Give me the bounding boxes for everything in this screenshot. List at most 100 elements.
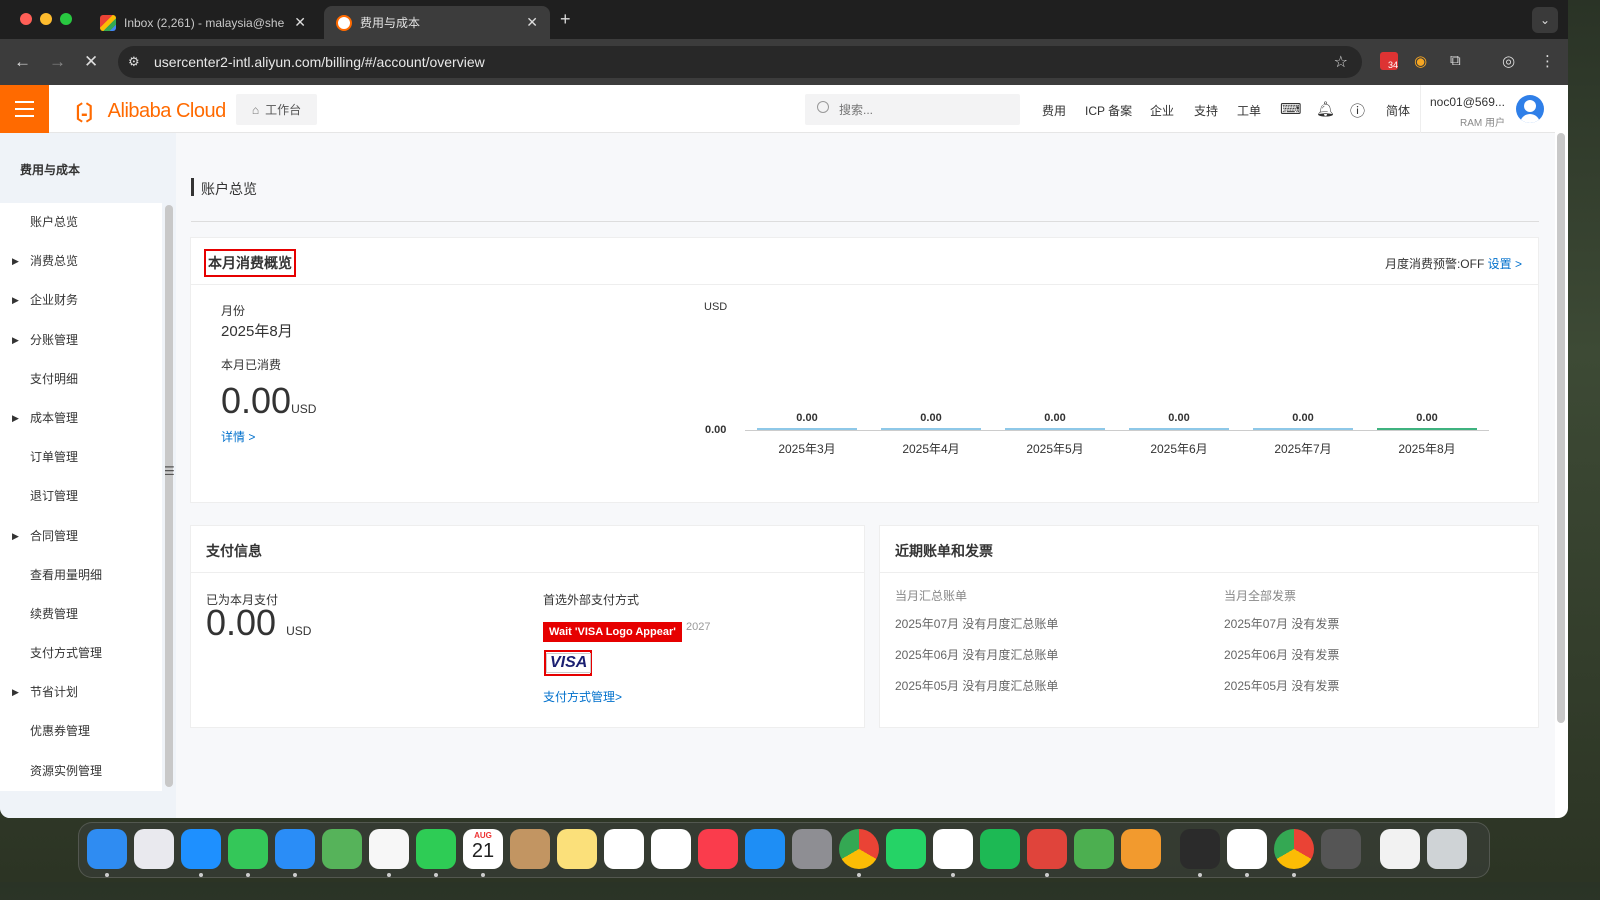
extension-icon[interactable]: ◉ bbox=[1414, 52, 1427, 70]
chart-bar[interactable] bbox=[1129, 428, 1229, 430]
search-input[interactable] bbox=[805, 94, 1020, 125]
launchpad-icon[interactable] bbox=[134, 829, 174, 869]
minimize-window-button[interactable] bbox=[40, 13, 52, 25]
collapse-sidebar-icon[interactable]: ☰ bbox=[164, 464, 176, 488]
mail-icon[interactable] bbox=[275, 829, 315, 869]
help-icon[interactable]: ⓘ bbox=[1350, 100, 1365, 121]
close-tab-icon[interactable]: ✕ bbox=[526, 14, 538, 31]
maps-icon[interactable] bbox=[322, 829, 362, 869]
sidebar-item[interactable]: ▶ 消费总览 bbox=[0, 242, 162, 281]
nav-tickets[interactable]: 工单 bbox=[1237, 102, 1261, 119]
app-store-icon[interactable] bbox=[745, 829, 785, 869]
details-link[interactable]: 详情 > bbox=[221, 428, 255, 445]
tab-search-icon[interactable]: ⌄ bbox=[1532, 7, 1558, 33]
sidebar-item[interactable]: 查看用量明细 bbox=[0, 556, 162, 595]
sidebar-item[interactable]: ▶ 分账管理 bbox=[0, 321, 162, 360]
nav-enterprise[interactable]: 企业 bbox=[1150, 102, 1174, 119]
calendar-extension-icon[interactable]: 34 bbox=[1380, 52, 1398, 70]
language-switch[interactable]: 简体 bbox=[1386, 102, 1410, 119]
free-s-icon[interactable] bbox=[1121, 829, 1161, 869]
nav-support[interactable]: 支持 bbox=[1194, 102, 1218, 119]
sidebar-item[interactable]: 支付方式管理 bbox=[0, 634, 162, 673]
chart-bar[interactable] bbox=[881, 428, 981, 430]
close-window-button[interactable] bbox=[20, 13, 32, 25]
music-icon[interactable] bbox=[698, 829, 738, 869]
chart-bar[interactable] bbox=[1253, 428, 1353, 430]
site-settings-icon[interactable]: ⚙ bbox=[128, 54, 140, 70]
stop-loading-icon[interactable]: ✕ bbox=[84, 52, 98, 72]
alibaba-cloud-logo[interactable]: 〔-〕 Alibaba Cloud bbox=[63, 97, 226, 126]
workbench-button[interactable]: ⌂ 工作台 bbox=[236, 94, 317, 125]
bell-icon[interactable]: 🔔︎ bbox=[1316, 100, 1335, 118]
chatgpt-icon[interactable] bbox=[1227, 829, 1267, 869]
facetime-icon[interactable] bbox=[416, 829, 456, 869]
forward-icon[interactable]: → bbox=[49, 52, 66, 72]
spotify-icon[interactable] bbox=[980, 829, 1020, 869]
user-name[interactable]: noc01@569... bbox=[1430, 95, 1505, 109]
chart-bar[interactable] bbox=[1377, 428, 1477, 430]
sidebar-item[interactable]: 支付明细 bbox=[0, 360, 162, 399]
document-icon[interactable] bbox=[1380, 829, 1420, 869]
free-t-icon[interactable] bbox=[1027, 829, 1067, 869]
chart-bar[interactable] bbox=[1005, 428, 1105, 430]
profile-icon[interactable]: ◎ bbox=[1502, 52, 1515, 70]
invoice-row[interactable]: 2025年07月 没有发票 bbox=[1224, 615, 1339, 632]
nav-billing[interactable]: 费用 bbox=[1042, 102, 1066, 119]
avatar[interactable] bbox=[1516, 95, 1544, 123]
photos-icon[interactable] bbox=[369, 829, 409, 869]
sidebar-item[interactable]: 续费管理 bbox=[0, 595, 162, 634]
alert-settings-link[interactable]: 设置 > bbox=[1488, 257, 1522, 271]
sidebar-item[interactable]: ▶ 成本管理 bbox=[0, 399, 162, 438]
calendar-icon[interactable]: AUG 21 bbox=[463, 829, 503, 869]
menu-kebab-icon[interactable]: ⋮ bbox=[1540, 52, 1555, 70]
whatsapp-icon[interactable] bbox=[886, 829, 926, 869]
sidebar-item[interactable]: 资源实例管理 bbox=[0, 752, 162, 791]
menu-hamburger-icon[interactable] bbox=[0, 85, 49, 133]
chart-bar[interactable] bbox=[757, 428, 857, 430]
summary-row[interactable]: 2025年07月 没有月度汇总账单 bbox=[895, 615, 1058, 632]
invoice-row[interactable]: 2025年05月 没有发票 bbox=[1224, 677, 1339, 694]
invoice-row[interactable]: 2025年06月 没有发票 bbox=[1224, 646, 1339, 663]
messages-icon[interactable] bbox=[228, 829, 268, 869]
system-settings-icon[interactable] bbox=[792, 829, 832, 869]
finder-icon[interactable] bbox=[87, 829, 127, 869]
free-p-icon[interactable] bbox=[1074, 829, 1114, 869]
address-bar[interactable]: ⚙ usercenter2-intl.aliyun.com/billing/#/… bbox=[118, 46, 1362, 78]
sidebar-item[interactable]: 优惠券管理 bbox=[0, 712, 162, 751]
sidebar-item[interactable]: ▶ 节省计划 bbox=[0, 673, 162, 712]
vscode-icon[interactable] bbox=[933, 829, 973, 869]
extensions-puzzle-icon[interactable]: ⧉ bbox=[1450, 52, 1461, 69]
sidebar-item[interactable]: 订单管理 bbox=[0, 438, 162, 477]
rocket-icon[interactable] bbox=[1321, 829, 1361, 869]
safari-icon[interactable] bbox=[181, 829, 221, 869]
tab-gmail[interactable]: Inbox (2,261) - malaysia@she ✕ bbox=[88, 6, 318, 39]
zoom-window-button[interactable] bbox=[60, 13, 72, 25]
sidebar-item[interactable]: ▶ 企业财务 bbox=[0, 281, 162, 320]
trash-icon[interactable] bbox=[1427, 829, 1467, 869]
page-scrollbar[interactable] bbox=[1557, 133, 1565, 723]
bookmark-star-icon[interactable]: ☆ bbox=[1334, 52, 1348, 72]
contacts-icon[interactable] bbox=[510, 829, 550, 869]
chrome-2-icon[interactable] bbox=[1274, 829, 1314, 869]
back-icon[interactable]: ← bbox=[14, 52, 31, 72]
quicktime-icon[interactable] bbox=[1180, 829, 1220, 869]
url-text[interactable]: usercenter2-intl.aliyun.com/billing/#/ac… bbox=[154, 54, 485, 70]
chart-y-unit: USD bbox=[704, 301, 728, 313]
sidebar-item[interactable]: 账户总览 bbox=[0, 203, 162, 243]
new-tab-icon[interactable]: + bbox=[560, 9, 571, 30]
close-tab-icon[interactable]: ✕ bbox=[294, 14, 306, 31]
notes-icon[interactable] bbox=[557, 829, 597, 869]
summary-row[interactable]: 2025年06月 没有月度汇总账单 bbox=[895, 646, 1058, 663]
sidebar-item[interactable]: ▶ 合同管理 bbox=[0, 517, 162, 556]
freeform-icon[interactable] bbox=[651, 829, 691, 869]
tab-billing[interactable]: 费用与成本 ✕ bbox=[324, 6, 550, 39]
summary-row[interactable]: 2025年05月 没有月度汇总账单 bbox=[895, 677, 1058, 694]
sidebar-scrollbar[interactable] bbox=[165, 205, 173, 787]
reminders-icon[interactable] bbox=[604, 829, 644, 869]
sidebar-item[interactable]: 退订管理 bbox=[0, 477, 162, 516]
terminal-icon[interactable]: ⌨ bbox=[1280, 100, 1302, 118]
nav-icp[interactable]: ICP 备案 bbox=[1085, 102, 1132, 119]
manage-payment-link[interactable]: 支付方式管理> bbox=[543, 688, 622, 705]
spending-chart: USD 0.00 0.00 2025年3月 0.00 2025年4月 0.00 2025年… bbox=[696, 293, 1496, 463]
chrome-icon[interactable] bbox=[839, 829, 879, 869]
